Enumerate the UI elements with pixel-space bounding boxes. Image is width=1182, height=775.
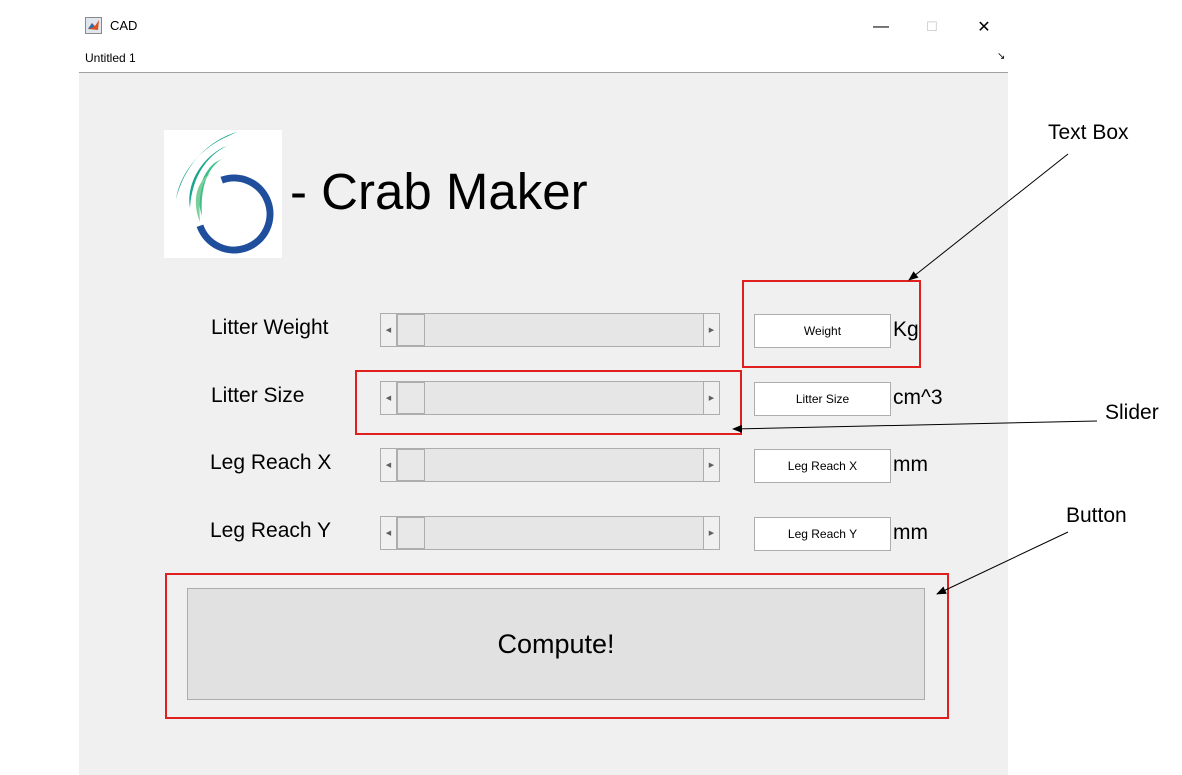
annotation-arrow-button xyxy=(936,531,1069,595)
annotation-arrow-slider xyxy=(732,420,1098,433)
annotation-arrows xyxy=(732,153,1098,595)
annotation-arrow-textbox xyxy=(908,153,1069,281)
